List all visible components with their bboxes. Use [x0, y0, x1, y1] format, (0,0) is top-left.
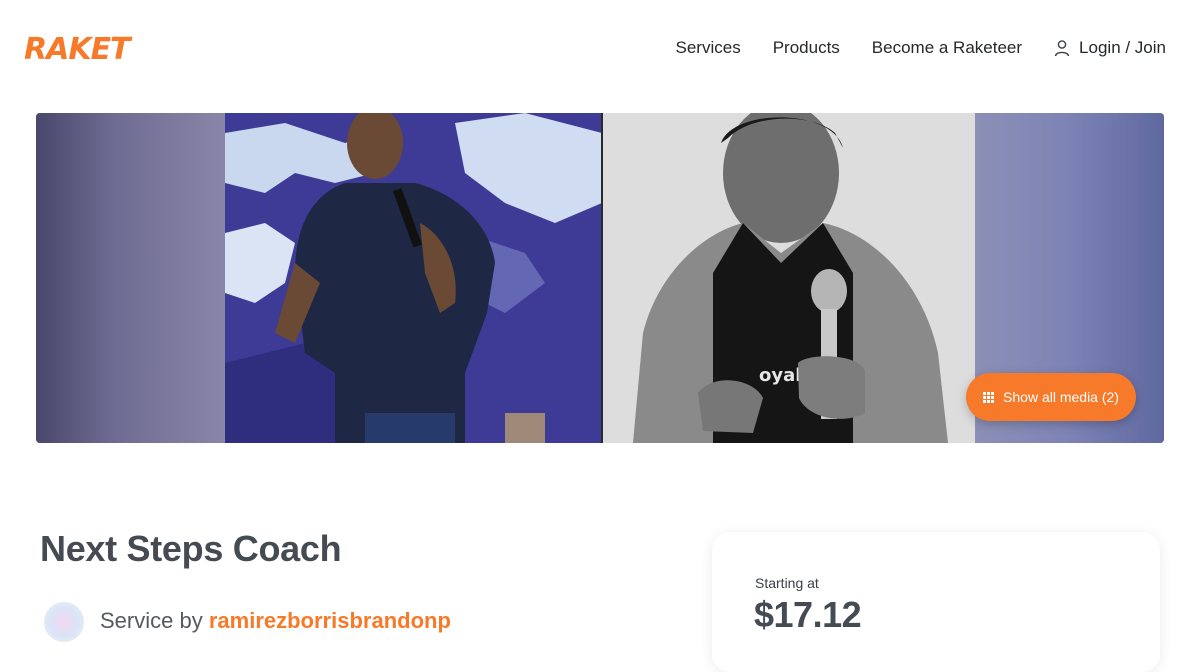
nav-services[interactable]: Services [676, 38, 741, 58]
show-all-media-button[interactable]: Show all media (2) [966, 373, 1136, 421]
page-title: Next Steps Coach [40, 528, 342, 569]
service-by-line: Service by ramirezborrisbrandonp [100, 607, 451, 635]
grid-icon [983, 391, 995, 403]
speaker-portrait-photo[interactable]: oyalt [603, 113, 975, 443]
pricing-card: Starting at $17.12 [712, 532, 1160, 672]
nav-become-raketeer[interactable]: Become a Raketeer [872, 38, 1022, 58]
show-all-media-label: Show all media (2) [1003, 389, 1119, 405]
main-nav: Services Products Become a Raketeer Logi… [676, 38, 1166, 58]
avatar[interactable] [44, 602, 84, 642]
site-header: RAKET Services Products Become a Raketee… [0, 0, 1200, 100]
starting-at-label: Starting at [755, 575, 819, 591]
user-icon [1054, 39, 1070, 57]
nav-products[interactable]: Products [773, 38, 840, 58]
login-join-link[interactable]: Login / Join [1054, 38, 1166, 58]
media-gallery[interactable]: oyalt Show all media (2) [36, 113, 1164, 443]
service-by-prefix: Service by [100, 608, 203, 633]
gallery-blur-left [36, 113, 226, 443]
speaker-on-stage-photo[interactable] [225, 113, 602, 443]
raket-logo[interactable]: RAKET [24, 33, 131, 67]
author-link[interactable]: ramirezborrisbrandonp [209, 608, 451, 633]
login-join-label: Login / Join [1079, 38, 1166, 57]
